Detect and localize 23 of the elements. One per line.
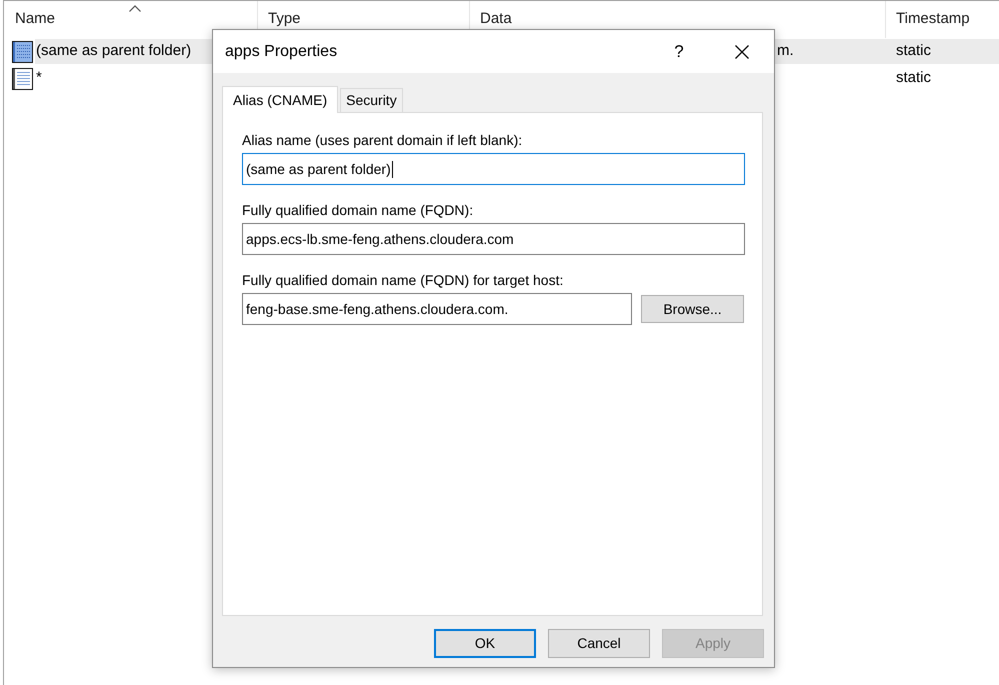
record-name: (same as parent folder): [35, 41, 192, 62]
dialog-button[interactable]: OK: [434, 629, 536, 658]
record-timestamp: static: [896, 41, 932, 62]
close-icon: [735, 44, 749, 58]
document-icon: [12, 40, 33, 62]
field-label: Fully qualified domain name (FQDN):: [242, 201, 474, 219]
window-title: apps Properties: [225, 42, 338, 62]
record-data: m.: [777, 41, 794, 62]
column-header[interactable]: Timestamp: [886, 1, 999, 38]
input-field[interactable]: (same as parent folder): [242, 153, 745, 185]
sort-caret-icon: [128, 5, 140, 12]
browse-button[interactable]: Browse...: [641, 295, 744, 323]
document-icon: [12, 68, 33, 90]
input-field[interactable]: apps.ecs-lb.sme-feng.athens.cloudera.com: [242, 223, 745, 255]
field-label: Fully qualified domain name (FQDN) for target host:: [242, 271, 564, 289]
field-label: Alias name (uses parent domain if left blank):: [242, 131, 524, 149]
input-field[interactable]: feng-base.sme-feng.athens.cloudera.com.: [242, 293, 632, 325]
dialog-button[interactable]: Cancel: [548, 629, 650, 658]
record-name: *: [35, 68, 42, 88]
tab[interactable]: Alias (CNAME): [222, 86, 338, 113]
text-cursor-icon: [392, 160, 393, 178]
record-timestamp: static: [896, 68, 932, 88]
tab[interactable]: Security: [340, 88, 403, 112]
